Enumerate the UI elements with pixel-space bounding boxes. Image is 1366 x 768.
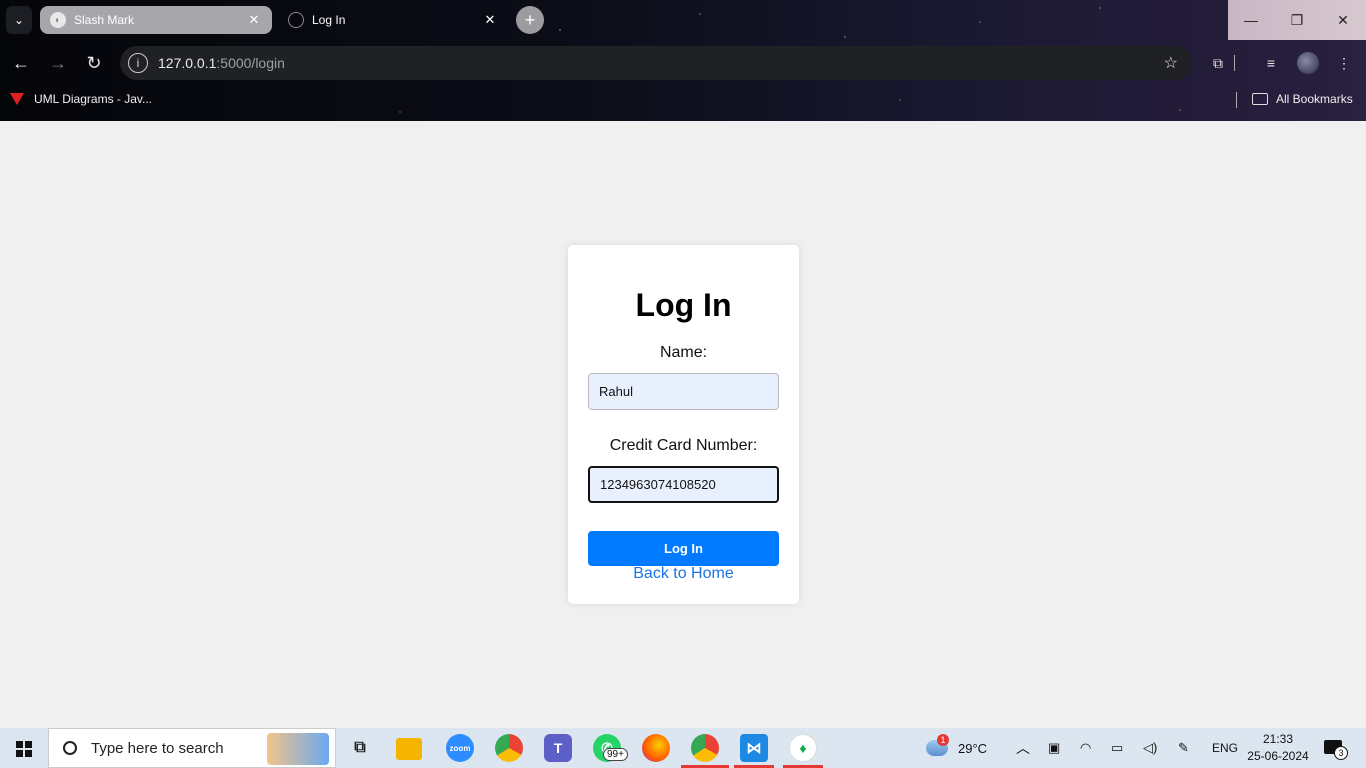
folder-icon [1252,93,1268,105]
name-input[interactable] [588,373,779,410]
bookmark-star-icon[interactable]: ☆ [1164,53,1178,73]
credit-card-label: Credit Card Number: [609,437,758,454]
bookmark-label: UML Diagrams - Jav... [34,92,153,106]
notification-count-badge: 3 [1334,746,1348,760]
wifi-icon[interactable]: ◠ [1080,728,1091,768]
site-info-icon[interactable]: i [128,53,148,73]
browser-chrome: ⌄ ◐ Slash Mark ✕ Log In ✕ + — ❐ ✕ ← → ↻ … [0,0,1366,121]
volume-icon[interactable]: ◁) [1143,728,1157,768]
toolbar-divider [1234,55,1235,71]
globe-icon: ◐ [50,12,66,28]
clock-date: 25-06-2024 [1247,749,1309,763]
profile-avatar[interactable] [1297,52,1319,74]
language-indicator[interactable]: ENG [1212,728,1238,768]
close-icon[interactable]: ✕ [482,12,498,28]
battery-icon[interactable]: ▭ [1111,728,1123,768]
bookmarks-bar: UML Diagrams - Jav... All Bookmarks [0,88,1366,112]
bookmarks-divider [1236,92,1237,108]
back-to-home-link[interactable]: Back to Home [568,565,799,583]
weather-widget[interactable]: 1 29°C [926,728,987,768]
credit-card-input[interactable] [588,466,779,503]
clock-time: 21:33 [1262,732,1294,746]
tab-title: Slash Mark [74,13,135,27]
search-highlight-illustration [267,733,329,765]
media-controls-icon[interactable]: ≡ [1260,52,1282,74]
tab-slash-mark[interactable]: ◐ Slash Mark ✕ [40,6,272,34]
tab-log-in[interactable]: Log In ✕ [278,6,508,34]
search-placeholder: Type here to search [91,739,224,757]
address-bar[interactable]: i 127.0.0.1:5000/login ☆ [120,46,1192,80]
restore-icon[interactable]: ❐ [1274,0,1320,40]
login-button[interactable]: Log In [588,531,779,566]
zoom-icon[interactable]: zoom [446,734,474,762]
weather-temperature: 29°C [958,740,988,756]
show-hidden-icons-chevron-icon[interactable]: ︿ [1016,728,1030,768]
windows-start-icon[interactable] [8,738,40,760]
mongodb-compass-icon[interactable]: ♦ [789,734,817,762]
more-menu-icon[interactable]: ⋮ [1333,52,1355,74]
tab-search-chevron-icon[interactable]: ⌄ [6,6,32,34]
firefox-icon[interactable] [642,734,670,762]
name-label: Name: [659,344,708,361]
forward-arrow-icon[interactable]: → [45,50,71,76]
url-text[interactable]: 127.0.0.1:5000/login [158,55,285,71]
tab-bar: ⌄ ◐ Slash Mark ✕ Log In ✕ + — ❐ ✕ [0,0,1366,40]
vscode-icon[interactable]: ⋈ [740,734,768,762]
bookmark-item[interactable]: UML Diagrams - Jav... [10,92,152,106]
whatsapp-badge: 99+ [603,748,628,761]
bookmark-favicon-icon [10,93,24,105]
all-bookmarks-button[interactable]: All Bookmarks [1252,92,1353,106]
window-close-icon[interactable]: ✕ [1320,0,1366,40]
file-explorer-icon[interactable] [396,738,422,760]
browser-toolbar: ← → ↻ i 127.0.0.1:5000/login ☆ ⧉ ≡ ⋮ [0,44,1366,82]
taskbar: Type here to search ⧉ zoom T ✆ 99+ ⋈ ♦ 1… [0,728,1366,768]
all-bookmarks-label: All Bookmarks [1276,92,1353,106]
login-card: Log In Name: Credit Card Number: Log In … [568,245,799,604]
reload-icon[interactable]: ↻ [81,50,107,76]
search-icon [63,741,77,755]
new-tab-button[interactable]: + [516,6,544,34]
minimize-icon[interactable]: — [1228,0,1274,40]
weather-alert-badge: 1 [937,734,949,746]
extensions-puzzle-icon[interactable]: ⧉ [1207,52,1229,74]
clock[interactable]: 21:33 25-06-2024 [1246,731,1310,765]
weather-cloud-icon: 1 [926,734,949,756]
task-view-icon[interactable]: ⧉ [346,734,374,762]
chrome-profile-icon[interactable] [691,734,719,762]
teams-icon[interactable]: T [544,734,572,762]
close-icon[interactable]: ✕ [246,12,262,28]
pen-icon[interactable]: ✎ [1178,728,1189,768]
meet-now-icon[interactable]: ▣ [1048,728,1060,768]
back-arrow-icon[interactable]: ← [8,50,34,76]
chrome-icon[interactable] [495,734,523,762]
notifications-icon[interactable]: 3 [1324,738,1348,760]
page-title: Log In [635,287,732,323]
tab-title: Log In [312,13,346,27]
taskbar-search[interactable]: Type here to search [48,728,336,768]
globe-icon [288,12,304,28]
